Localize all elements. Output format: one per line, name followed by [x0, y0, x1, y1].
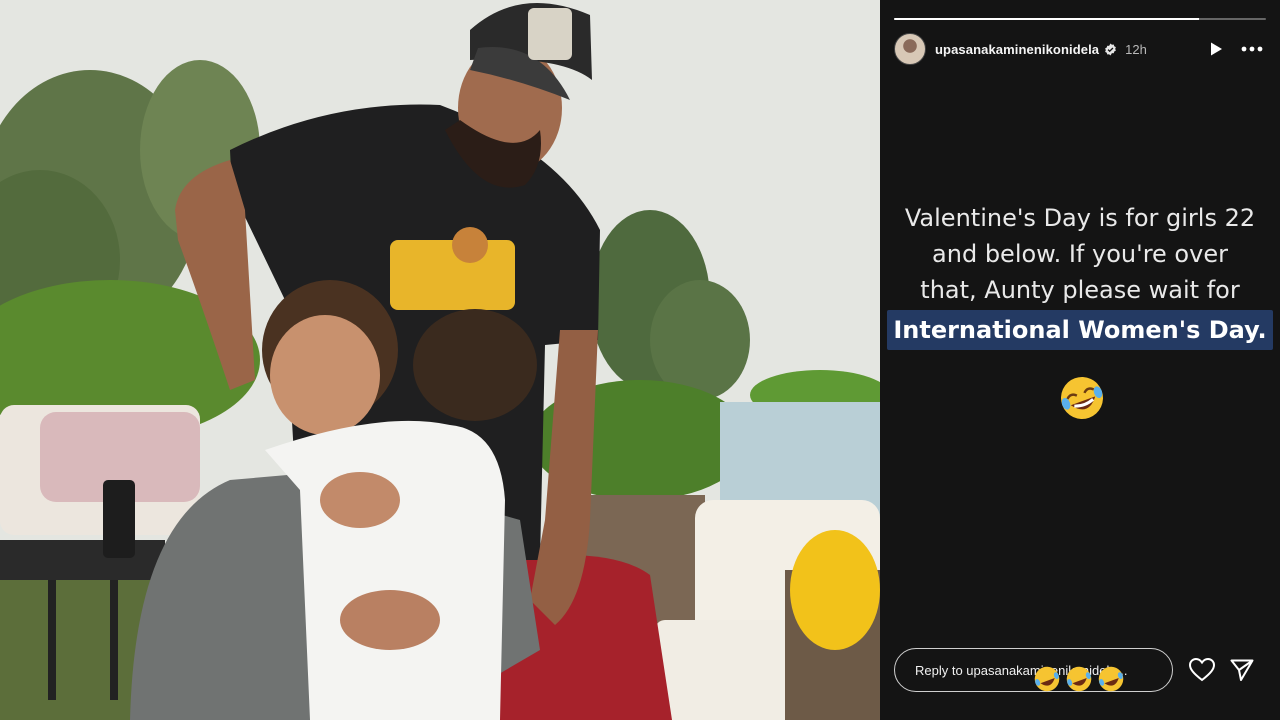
username[interactable]: upasanakaminenikonidela [935, 42, 1099, 57]
avatar[interactable] [894, 33, 926, 65]
heart-icon[interactable] [1187, 655, 1217, 685]
post-time: 12h [1125, 41, 1147, 57]
caption-highlight: International Women's Day. [887, 310, 1273, 350]
laughing-emoji-icon[interactable] [1033, 665, 1061, 693]
story-photo [0, 0, 880, 720]
verified-badge-icon [1104, 43, 1117, 56]
reply-input[interactable]: Reply to upasanakaminenikonidela... [894, 648, 1173, 692]
reply-bar: Reply to upasanakaminenikonidela... [894, 648, 1266, 692]
laughing-emoji-icon[interactable] [1065, 665, 1093, 693]
laughing-emoji-icon[interactable] [1097, 665, 1125, 693]
story-caption: Valentine's Day is for girls 22 and belo… [880, 200, 1280, 350]
story-panel: upasanakaminenikonidela 12h Valentine's … [880, 0, 1280, 720]
caption-line-2: and below. If you're over [932, 240, 1228, 268]
story-header: upasanakaminenikonidela 12h [894, 32, 1266, 66]
photo-illustration [0, 0, 880, 720]
story-progress-bar [894, 18, 1266, 20]
caption-line-1: Valentine's Day is for girls 22 [904, 204, 1256, 232]
caption-line-3: that, Aunty please wait for [920, 276, 1240, 304]
send-icon[interactable] [1227, 655, 1257, 685]
play-icon[interactable] [1202, 35, 1230, 63]
story-progress-fill [894, 18, 1200, 20]
rolling-laughing-emoji-icon [1061, 377, 1103, 419]
quick-reaction-emojis [1033, 665, 1125, 693]
more-icon[interactable] [1238, 35, 1266, 63]
